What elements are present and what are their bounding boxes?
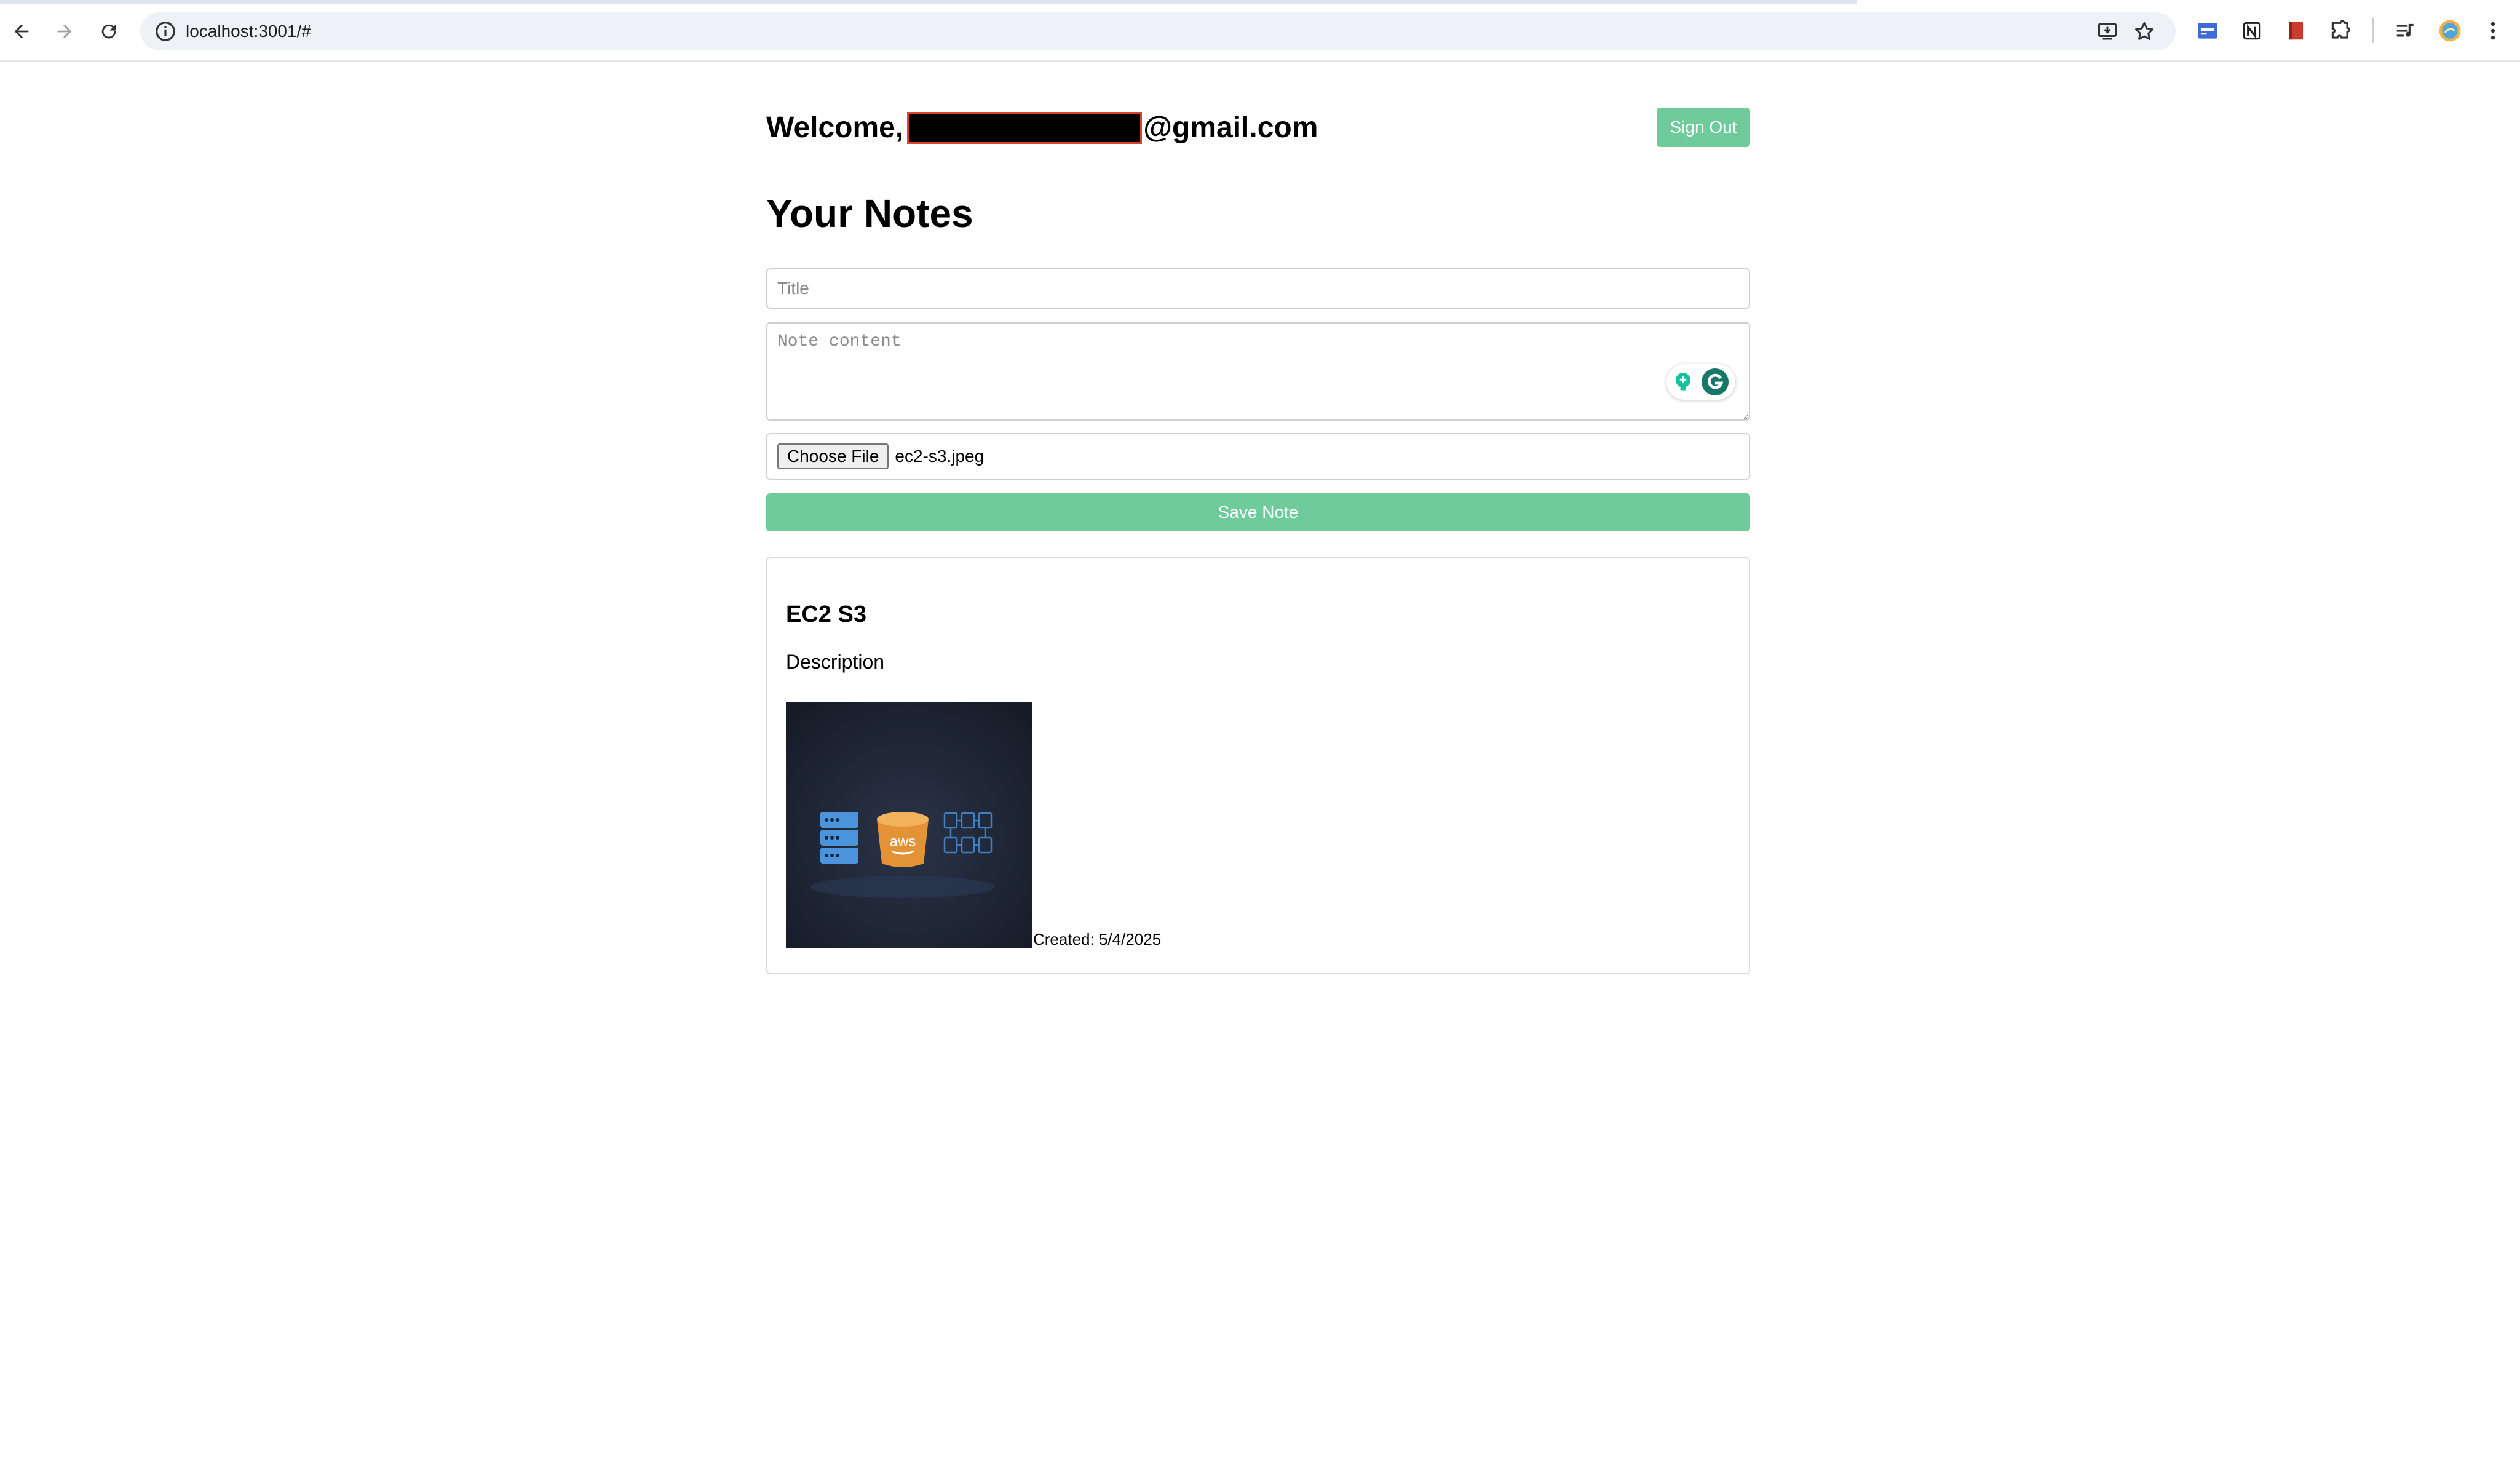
forward-arrow-icon[interactable] <box>49 16 80 47</box>
install-app-icon[interactable] <box>2096 20 2119 43</box>
note-title: EC2 S3 <box>786 602 866 627</box>
note-card: EC2 S3 Description aws Created: 5/4/2025 <box>766 557 1750 974</box>
page-load-progress <box>0 0 1857 4</box>
address-bar[interactable]: localhost:3001/# <box>140 12 2176 50</box>
extension-blue-icon[interactable] <box>2195 18 2220 43</box>
s3-bucket-icon: aws <box>877 812 929 867</box>
grammarly-suggestion-icon[interactable] <box>1672 371 1694 393</box>
file-upload-field: Choose File ec2-s3.jpeg <box>766 433 1750 480</box>
profile-avatar-icon[interactable] <box>2438 18 2462 43</box>
puzzle-icon[interactable] <box>2328 18 2353 43</box>
redacted-email-user <box>907 111 1143 144</box>
extension-red-book-icon[interactable] <box>2284 18 2308 43</box>
note-content-textarea[interactable] <box>766 322 1750 421</box>
url-text[interactable]: localhost:3001/# <box>186 12 311 50</box>
media-queue-icon[interactable] <box>2393 18 2418 43</box>
note-title-input[interactable] <box>766 268 1750 309</box>
toolbar-divider <box>2372 18 2374 43</box>
server-icon <box>820 812 858 864</box>
choose-file-button[interactable]: Choose File <box>777 443 889 469</box>
reload-icon[interactable] <box>93 16 124 47</box>
star-icon[interactable] <box>2133 20 2156 43</box>
email-domain: @gmail.com <box>1143 111 1318 144</box>
grammarly-logo-icon[interactable] <box>1700 367 1730 397</box>
chosen-file-name: ec2-s3.jpeg <box>895 447 985 466</box>
kebab-menu-icon[interactable] <box>2481 18 2505 43</box>
grammarly-widget[interactable] <box>1666 364 1735 400</box>
aws-logo-text: aws <box>890 833 916 850</box>
welcome-header: Welcome, @gmail.com Sign Out <box>766 98 1750 160</box>
note-description: Description <box>786 651 885 673</box>
note-image[interactable]: aws <box>786 702 1032 948</box>
extension-notion-icon[interactable] <box>2240 18 2264 43</box>
save-note-button[interactable]: Save Note <box>766 493 1750 531</box>
welcome-message: Welcome, @gmail.com <box>766 111 1318 145</box>
note-created-date: Created: 5/4/2025 <box>1033 930 1162 948</box>
sign-out-button[interactable]: Sign Out <box>1657 108 1750 147</box>
browser-toolbar: localhost:3001/# <box>0 0 2520 62</box>
welcome-prefix: Welcome, <box>766 111 904 144</box>
page-title: Your Notes <box>766 191 973 236</box>
back-arrow-icon[interactable] <box>6 16 37 47</box>
info-icon[interactable] <box>154 20 177 43</box>
